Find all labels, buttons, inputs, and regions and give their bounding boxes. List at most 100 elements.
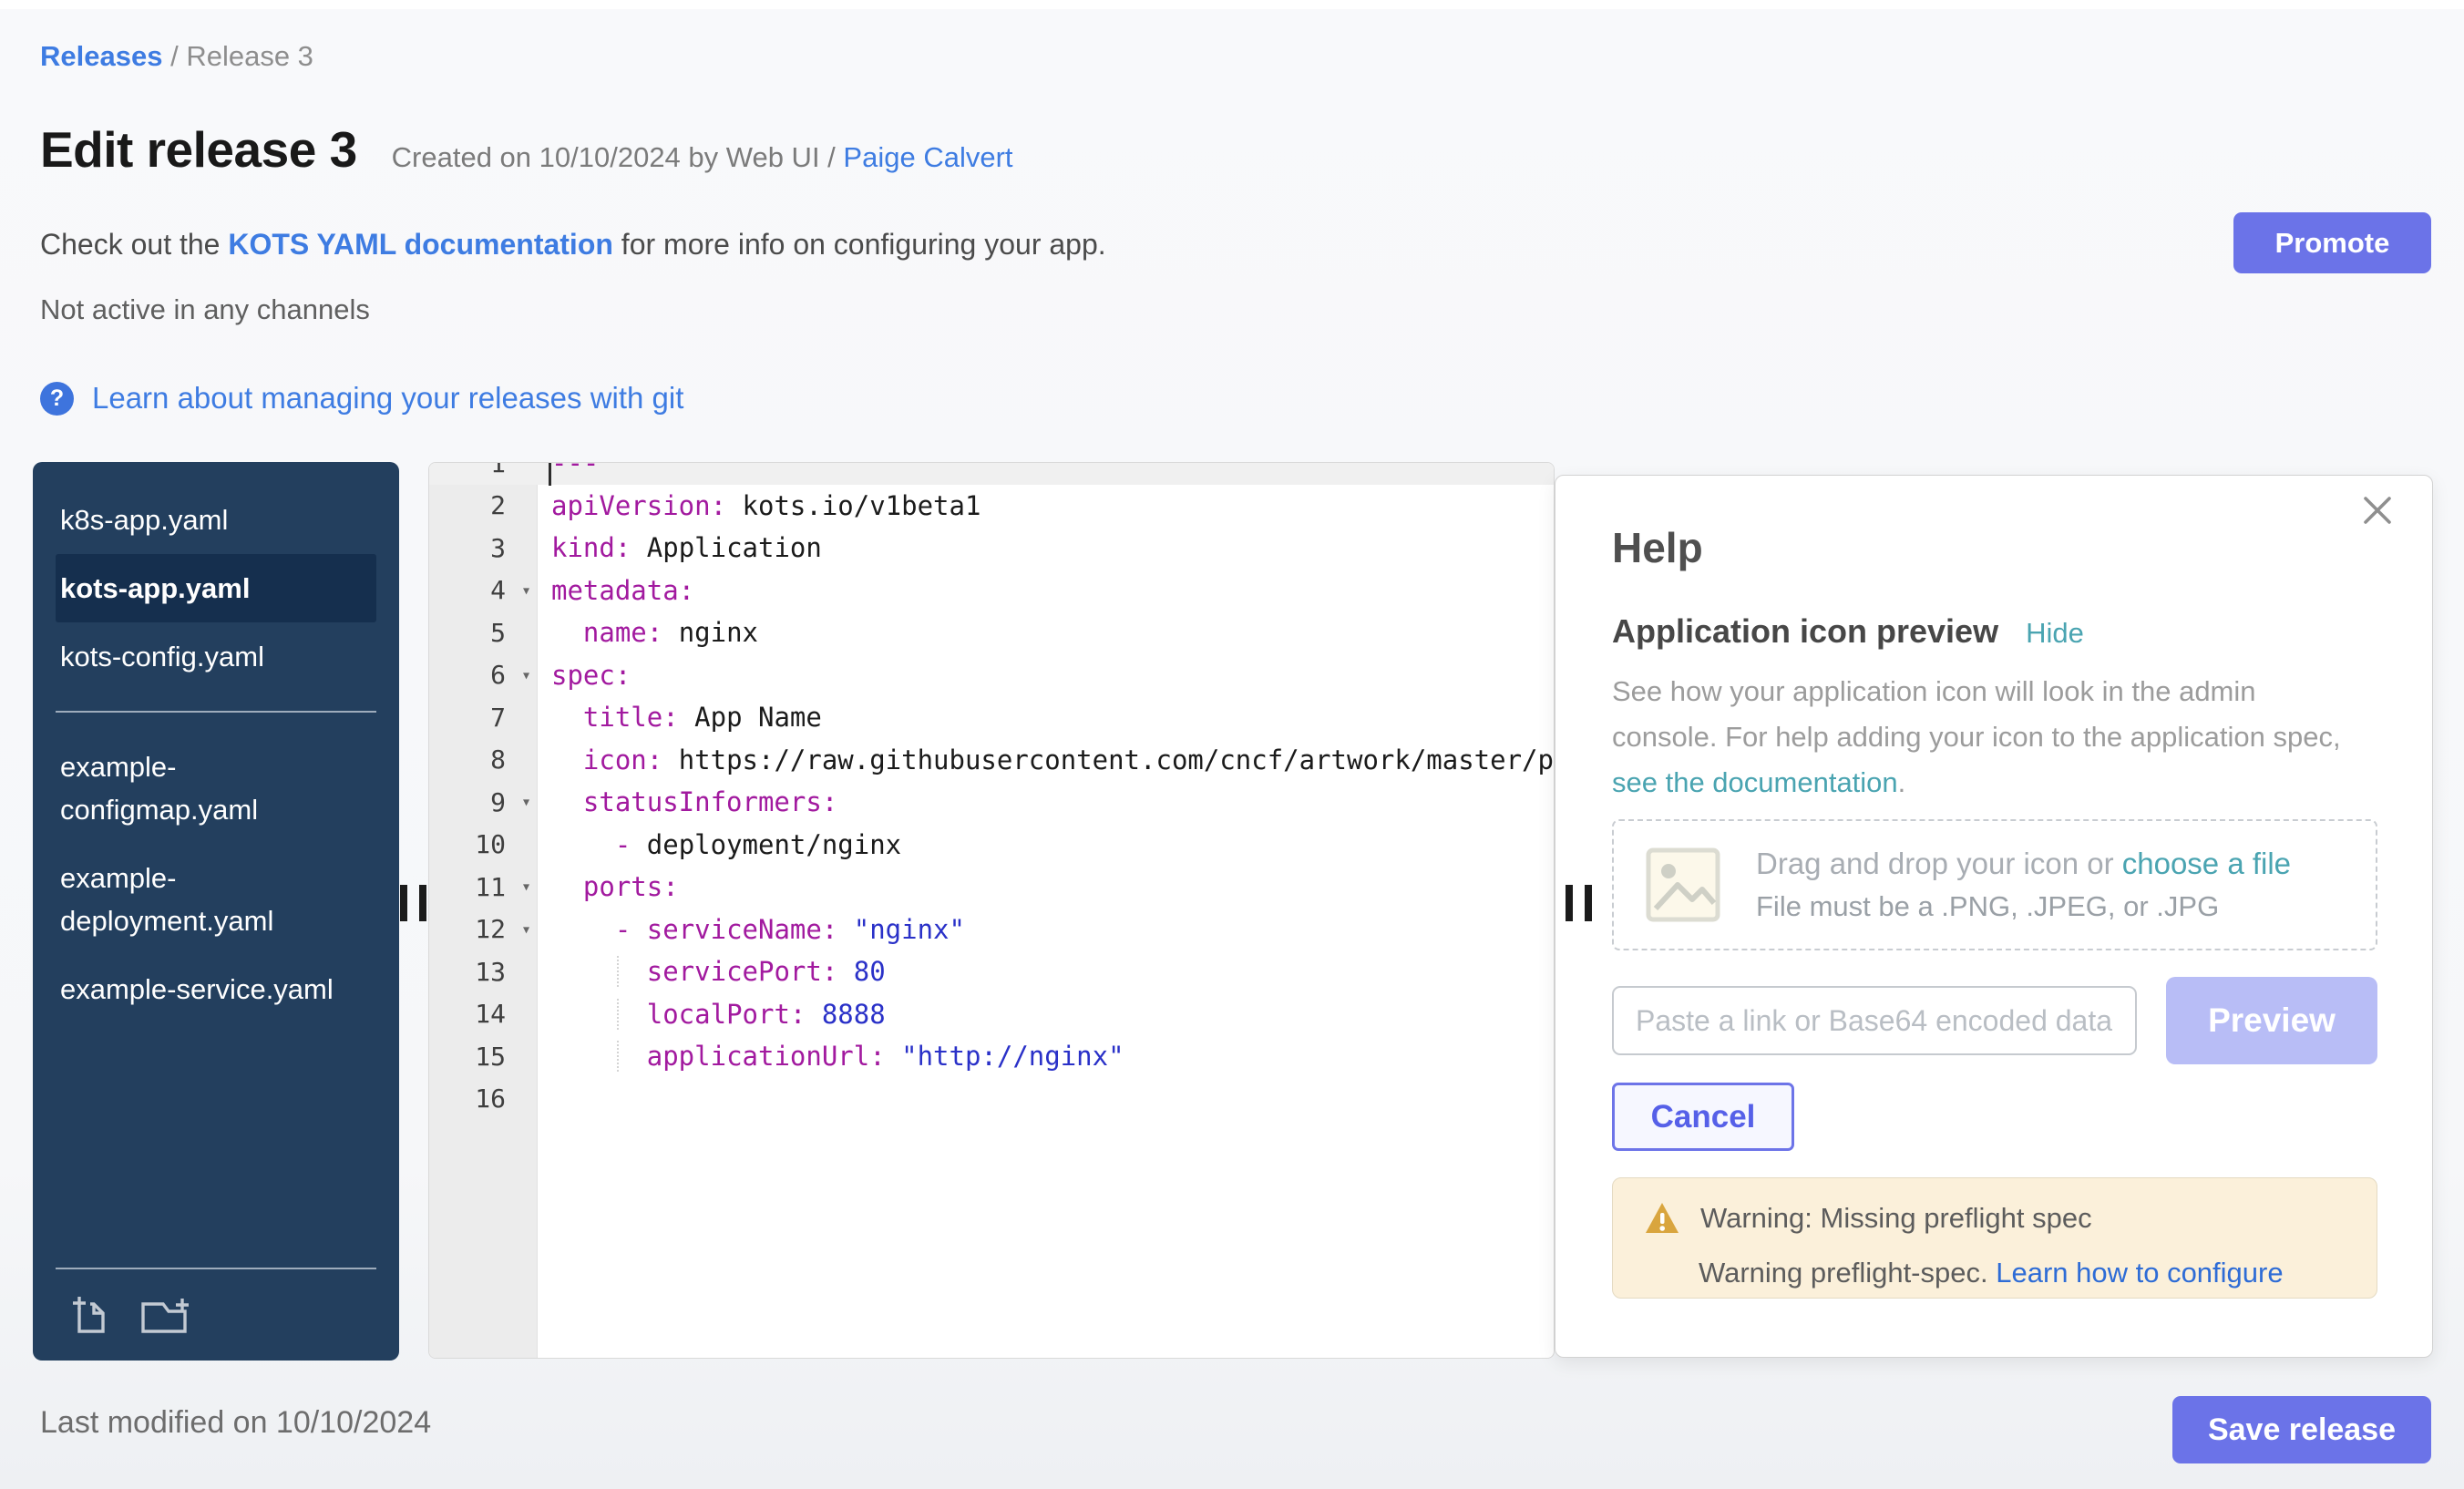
line-content: statusInformers:	[537, 786, 1554, 817]
line-content: icon: https://raw.githubusercontent.com/…	[537, 744, 1555, 775]
dropzone-text: Drag and drop your icon or choose a file…	[1756, 847, 2291, 923]
fold-arrow-icon[interactable]: ▾	[521, 793, 531, 812]
editor-line-8[interactable]: 8 icon: https://raw.githubusercontent.co…	[429, 739, 1554, 782]
warning-body-text: Warning preflight-spec.	[1699, 1257, 1996, 1289]
line-content: metadata:	[537, 575, 1554, 606]
editor-line-13[interactable]: 13 servicePort: 80	[429, 950, 1554, 993]
git-help-link[interactable]: ? Learn about managing your releases wit…	[40, 381, 683, 416]
editor-line-1[interactable]: 1---	[429, 462, 1554, 485]
file-sidebar: k8s-app.yamlkots-app.yamlkots-config.yam…	[33, 462, 399, 1361]
question-icon: ?	[40, 382, 74, 416]
indent-guide	[617, 999, 619, 1030]
dropzone-hint: File must be a .PNG, .JPEG, or .JPG	[1756, 890, 2291, 923]
image-placeholder-icon	[1645, 847, 1721, 923]
promote-button[interactable]: Promote	[2233, 212, 2431, 273]
text-cursor	[549, 462, 551, 486]
editor-line-3[interactable]: 3kind: Application	[429, 527, 1554, 570]
line-content: applicationUrl: "http://nginx"	[537, 1041, 1554, 1072]
file-item-example-deployment-yaml[interactable]: example-deployment.yaml	[56, 844, 376, 955]
line-number: 11▾	[429, 872, 537, 902]
line-content: - serviceName: "nginx"	[537, 914, 1554, 945]
channel-status: Not active in any channels	[40, 293, 370, 326]
hide-link[interactable]: Hide	[2026, 617, 2084, 650]
line-number: 5	[429, 618, 537, 648]
icon-preview-description: See how your application icon will look …	[1612, 669, 2341, 806]
yaml-editor[interactable]: 1---2apiVersion: kots.io/v1beta13kind: A…	[428, 462, 1555, 1359]
warning-configure-link[interactable]: Learn how to configure	[1996, 1257, 2283, 1289]
line-content: name: nginx	[537, 617, 1554, 648]
help-panel-resize-handle[interactable]	[1566, 885, 1593, 921]
warning-body: Warning preflight-spec. Learn how to con…	[1644, 1257, 2346, 1289]
line-number: 1	[429, 462, 537, 478]
fold-arrow-icon[interactable]: ▾	[521, 919, 531, 939]
choose-file-link[interactable]: choose a file	[2122, 847, 2291, 880]
file-item-kots-config-yaml[interactable]: kots-config.yaml	[56, 622, 376, 691]
breadcrumb-releases-link[interactable]: Releases	[40, 40, 162, 72]
file-item-kots-app-yaml[interactable]: kots-app.yaml	[56, 554, 376, 622]
breadcrumb: Releases / Release 3	[40, 40, 313, 73]
line-number: 8	[429, 744, 537, 775]
editor-line-14[interactable]: 14 localPort: 8888	[429, 993, 1554, 1036]
add-folder-icon[interactable]	[139, 1293, 192, 1337]
line-number: 7	[429, 703, 537, 733]
preflight-warning-box: Warning: Missing preflight spec Warning …	[1612, 1177, 2377, 1299]
fold-arrow-icon[interactable]: ▾	[521, 878, 531, 897]
last-modified-text: Last modified on 10/10/2024	[40, 1405, 431, 1441]
editor-line-16[interactable]: 16	[429, 1078, 1554, 1121]
editor-line-9[interactable]: 9▾ statusInformers:	[429, 781, 1554, 824]
fold-arrow-icon[interactable]: ▾	[521, 665, 531, 684]
line-number: 12▾	[429, 914, 537, 944]
editor-line-15[interactable]: 15 applicationUrl: "http://nginx"	[429, 1035, 1554, 1078]
line-content: ports:	[537, 871, 1554, 902]
icon-preview-section-header: Application icon preview Hide	[1612, 612, 2084, 651]
close-icon[interactable]	[2361, 494, 2394, 527]
title-row: Edit release 3 Created on 10/10/2024 by …	[40, 120, 1013, 179]
editor-line-6[interactable]: 6▾spec:	[429, 654, 1554, 697]
line-content: title: App Name	[537, 702, 1554, 733]
line-number: 13	[429, 957, 537, 987]
file-item-example-service-yaml[interactable]: example-service.yaml	[56, 955, 376, 1023]
warning-title: Warning: Missing preflight spec	[1700, 1202, 2092, 1235]
file-item-example-configmap-yaml[interactable]: example-configmap.yaml	[56, 733, 376, 844]
line-content: servicePort: 80	[537, 956, 1554, 987]
indent-guide	[617, 1041, 619, 1072]
sidebar-footer	[56, 1268, 376, 1361]
created-author-link[interactable]: Paige Calvert	[843, 141, 1012, 173]
breadcrumb-separator: /	[170, 40, 186, 72]
dropzone-prefix: Drag and drop your icon or	[1756, 847, 2122, 880]
editor-line-12[interactable]: 12▾ - serviceName: "nginx"	[429, 909, 1554, 951]
editor-line-2[interactable]: 2apiVersion: kots.io/v1beta1	[429, 485, 1554, 528]
line-content: apiVersion: kots.io/v1beta1	[537, 490, 1554, 521]
see-documentation-link[interactable]: see the documentation	[1612, 766, 1898, 798]
add-file-icon[interactable]	[70, 1293, 114, 1337]
editor-line-11[interactable]: 11▾ ports:	[429, 866, 1554, 909]
created-info: Created on 10/10/2024 by Web UI / Paige …	[392, 141, 1013, 174]
icon-url-input[interactable]	[1612, 986, 2137, 1055]
help-panel-title: Help	[1612, 523, 1703, 572]
line-number: 3	[429, 533, 537, 563]
kots-yaml-docs-link[interactable]: KOTS YAML documentation	[228, 228, 613, 261]
help-panel: Help Application icon preview Hide See h…	[1555, 475, 2433, 1358]
git-help-label: Learn about managing your releases with …	[92, 381, 683, 416]
editor-line-4[interactable]: 4▾metadata:	[429, 570, 1554, 612]
line-number: 9▾	[429, 787, 537, 817]
preview-button[interactable]: Preview	[2166, 977, 2377, 1064]
line-number: 2	[429, 490, 537, 520]
sidebar-divider	[56, 711, 376, 713]
docs-line: Check out the KOTS YAML documentation fo…	[40, 228, 1106, 262]
editor-line-7[interactable]: 7 title: App Name	[429, 696, 1554, 739]
line-content: kind: Application	[537, 532, 1554, 563]
docs-suffix: for more info on configuring your app.	[613, 228, 1106, 261]
created-text: Created on 10/10/2024 by Web UI /	[392, 141, 836, 173]
cancel-button[interactable]: Cancel	[1612, 1083, 1794, 1151]
editor-line-5[interactable]: 5 name: nginx	[429, 611, 1554, 654]
line-number: 16	[429, 1083, 537, 1114]
editor-line-10[interactable]: 10 - deployment/nginx	[429, 824, 1554, 867]
icon-dropzone[interactable]: Drag and drop your icon or choose a file…	[1612, 819, 2377, 950]
file-item-k8s-app-yaml[interactable]: k8s-app.yaml	[56, 486, 376, 554]
line-number: 15	[429, 1042, 537, 1072]
save-release-button[interactable]: Save release	[2172, 1396, 2431, 1463]
line-content: localPort: 8888	[537, 999, 1554, 1030]
fold-arrow-icon[interactable]: ▾	[521, 580, 531, 600]
sidebar-resize-handle[interactable]	[400, 885, 427, 921]
